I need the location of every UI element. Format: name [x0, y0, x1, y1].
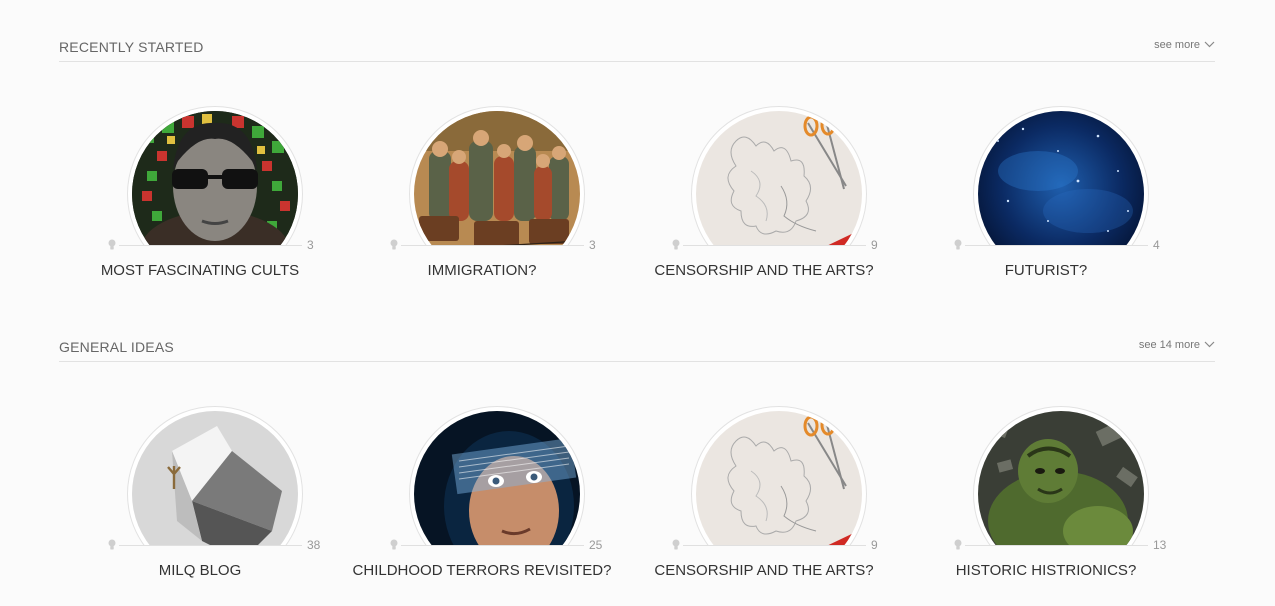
idea-card[interactable]: 9 CENSORSHIP AND THE ARTS?	[623, 406, 905, 606]
card-row: 3 MOST FASCINATING CULTS 3 IMMIGRATION? …	[59, 106, 1215, 306]
card-image-frame	[691, 406, 867, 546]
card-count: 3	[307, 238, 314, 252]
card-title[interactable]: MOST FASCINATING CULTS	[59, 261, 341, 281]
lightbulb-icon	[108, 538, 116, 556]
idea-card[interactable]: 38 MILQ BLOG	[59, 406, 341, 606]
lightbulb-icon	[672, 538, 680, 556]
idea-card[interactable]: 3 MOST FASCINATING CULTS	[59, 106, 341, 306]
lightbulb-icon	[954, 538, 962, 556]
card-title[interactable]: IMMIGRATION?	[341, 261, 623, 281]
chevron-down-icon	[1204, 339, 1215, 351]
see-more-label: see more	[1154, 39, 1200, 51]
card-title[interactable]: HISTORIC HISTRIONICS?	[905, 561, 1187, 581]
card-count: 4	[1153, 238, 1160, 252]
card-image-frame	[973, 106, 1149, 246]
card-count: 9	[871, 538, 878, 552]
card-image-frame	[409, 106, 585, 246]
card-image-frame	[127, 406, 303, 546]
card-title[interactable]: CENSORSHIP AND THE ARTS?	[623, 561, 905, 581]
card-title[interactable]: MILQ BLOG	[59, 561, 341, 581]
card-title[interactable]: FUTURIST?	[905, 261, 1187, 281]
section-header: RECENTLY STARTED see more	[59, 36, 1215, 62]
section-title: RECENTLY STARTED	[59, 39, 204, 55]
idea-card[interactable]: 9 CENSORSHIP AND THE ARTS?	[623, 106, 905, 306]
section-general-ideas: GENERAL IDEAS see 14 more 38 MILQ BLOG 2…	[59, 336, 1215, 579]
lightbulb-icon	[390, 538, 398, 556]
card-count: 13	[1153, 538, 1167, 552]
see-more-link[interactable]: see 14 more	[1139, 339, 1215, 351]
section-header: GENERAL IDEAS see 14 more	[59, 336, 1215, 362]
section-title: GENERAL IDEAS	[59, 339, 174, 355]
card-count: 3	[589, 238, 596, 252]
card-title[interactable]: CHILDHOOD TERRORS REVISITED?	[341, 561, 623, 581]
idea-card[interactable]: 25 CHILDHOOD TERRORS REVISITED?	[341, 406, 623, 606]
card-row: 38 MILQ BLOG 25 CHILDHOOD TERRORS REVISI…	[59, 406, 1215, 606]
lightbulb-icon	[108, 238, 116, 256]
card-image-frame	[409, 406, 585, 546]
idea-card[interactable]: 3 IMMIGRATION?	[341, 106, 623, 306]
lightbulb-icon	[672, 238, 680, 256]
lightbulb-icon	[954, 238, 962, 256]
card-count: 38	[307, 538, 321, 552]
card-image-frame	[127, 106, 303, 246]
see-more-link[interactable]: see more	[1154, 39, 1215, 51]
card-image-frame	[973, 406, 1149, 546]
card-count: 25	[589, 538, 603, 552]
see-more-label: see 14 more	[1138, 339, 1200, 351]
card-title[interactable]: CENSORSHIP AND THE ARTS?	[623, 261, 905, 281]
card-count: 9	[871, 238, 878, 252]
idea-card[interactable]: 4 FUTURIST?	[905, 106, 1187, 306]
idea-card[interactable]: 13 HISTORIC HISTRIONICS?	[905, 406, 1187, 606]
card-image-frame	[691, 106, 867, 246]
lightbulb-icon	[390, 238, 398, 256]
section-recently-started: RECENTLY STARTED see more 3 MOST FASCINA…	[59, 36, 1215, 279]
chevron-down-icon	[1204, 39, 1215, 51]
